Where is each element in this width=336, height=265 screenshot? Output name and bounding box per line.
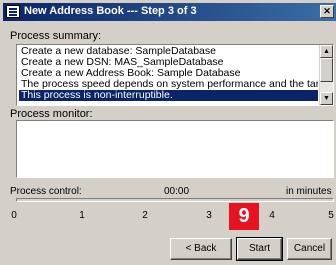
summary-line: Create a new Address Book: Sample Databa… [21,68,241,79]
summary-line: Create a new DSN: MAS_SampleDatabase [21,57,224,68]
summary-line-selected: This process is non-interruptible. [19,90,318,101]
scroll-down-icon[interactable]: ▼ [320,92,333,105]
process-summary-list[interactable]: Create a new database: SampleDatabase Cr… [16,44,334,106]
scroll-up-icon[interactable]: ▲ [320,45,333,58]
title-bar[interactable]: New Address Book --- Step 3 of 3 ✕ [3,3,336,21]
address-book-icon [6,5,20,18]
process-control-label: Process control: [10,186,82,197]
summary-line: Create a new database: SampleDatabase [21,46,216,57]
time-unit-label: in minutes [286,186,332,197]
back-button[interactable]: < Back [170,238,232,260]
cancel-button[interactable]: Cancel [287,238,332,260]
process-summary-label: Process summary: [10,30,102,42]
elapsed-time: 00:00 [164,186,190,197]
scale-tick: 5 [328,210,334,221]
summary-line: The process speed depends on system perf… [21,79,318,90]
window-title: New Address Book --- Step 3 of 3 [24,5,197,17]
process-monitor-box [16,120,334,178]
summary-lines: Create a new database: SampleDatabase Cr… [19,46,318,101]
scale-tick: 1 [79,210,85,221]
scale-tick: 2 [142,210,148,221]
scroll-thumb[interactable] [320,58,333,82]
step-number-badge: 9 [229,203,259,230]
process-progress-bar [16,198,334,202]
scale-tick: 3 [206,210,212,221]
summary-scrollbar[interactable]: ▲ ▼ [319,45,333,105]
process-monitor-label: Process monitor: [10,108,93,120]
time-scale: 0 1 2 3 4 5 [0,210,336,224]
close-button[interactable]: ✕ [320,5,334,18]
scale-tick: 0 [11,210,17,221]
start-button[interactable]: Start [236,237,283,261]
scale-tick: 4 [269,210,275,221]
new-address-book-dialog: New Address Book --- Step 3 of 3 ✕ Proce… [0,0,336,265]
